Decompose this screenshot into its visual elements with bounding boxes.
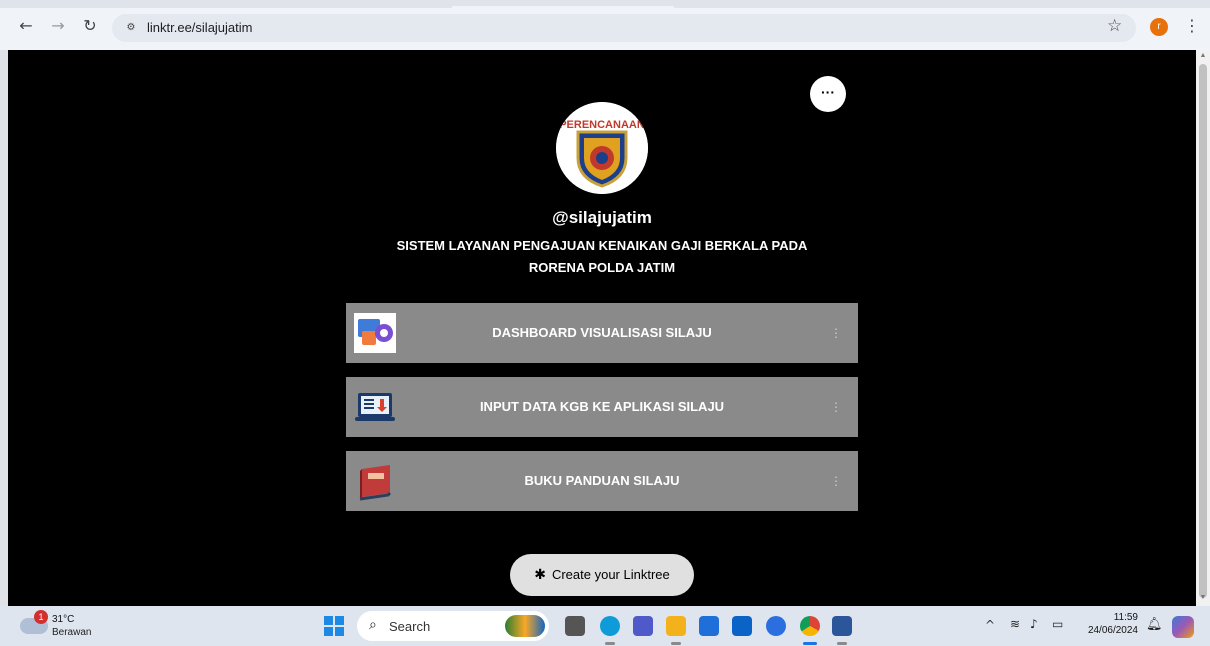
link-card-input-data[interactable]: INPUT DATA KGB KE APLIKASI SILAJU ⋮: [346, 377, 858, 437]
create-linktree-button[interactable]: ✱ Create your Linktree: [510, 554, 694, 596]
copilot-icon[interactable]: [1172, 616, 1194, 638]
browser-toolbar: ← → ↻ ⚙ linktr.ee/silajujatim ☆ r ⋮: [0, 0, 1210, 50]
windows-logo-tile: [335, 616, 344, 625]
windows-logo-tile: [324, 627, 333, 636]
profile-logo: PERENCANAAN: [556, 102, 648, 194]
link-label: DASHBOARD VISUALISASI SILAJU: [492, 325, 712, 340]
scroll-down-icon[interactable]: ▼: [1199, 594, 1207, 601]
search-highlight-icon: [505, 615, 545, 637]
mail-icon[interactable]: [732, 616, 752, 636]
windows-logo-icon: [324, 616, 333, 625]
notification-badge: 1: [34, 610, 48, 624]
link-more-icon[interactable]: ⋮: [830, 451, 842, 511]
profile-bio: SISTEM LAYANAN PENGAJUAN KENAIKAN GAJI B…: [396, 238, 808, 275]
tab-strip: [0, 0, 1210, 9]
book-icon: [354, 461, 396, 501]
running-indicator: [605, 642, 615, 645]
search-label: Search: [389, 619, 431, 634]
scroll-up-icon[interactable]: ▲: [1199, 52, 1207, 59]
arrow-left-icon: ←: [19, 16, 33, 35]
edge-browser-icon[interactable]: [600, 616, 620, 636]
logo-text: PERENCANAAN: [559, 119, 645, 131]
bookmark-star-icon[interactable]: ☆: [1107, 16, 1122, 36]
link-card-buku-panduan[interactable]: BUKU PANDUAN SILAJU ⋮: [346, 451, 858, 511]
active-tab[interactable]: [452, 6, 674, 9]
task-view-icon[interactable]: [565, 616, 585, 636]
back-button[interactable]: ←: [16, 16, 36, 36]
browser-menu-icon[interactable]: ⋮: [1184, 16, 1200, 35]
link-more-icon[interactable]: ⋮: [830, 303, 842, 363]
page-scrollbar[interactable]: ▲ ▼: [1196, 50, 1210, 606]
start-button[interactable]: [324, 616, 344, 636]
create-linktree-label: Create your Linktree: [551, 567, 670, 582]
link-label: BUKU PANDUAN SILAJU: [524, 473, 680, 488]
active-app-indicator: [803, 642, 817, 645]
taskbar-search[interactable]: ⌕ Search: [357, 611, 549, 641]
site-info-icon[interactable]: ⚙: [124, 21, 138, 35]
reload-icon: ↻: [83, 16, 97, 35]
microsoft-store-icon[interactable]: [699, 616, 719, 636]
profile-avatar[interactable]: r: [1150, 18, 1168, 36]
police-emblem-icon: PERENCANAAN: [556, 102, 648, 194]
word-icon[interactable]: [832, 616, 852, 636]
tray-chevron-up-icon[interactable]: ^: [985, 618, 995, 632]
profile-username: @silajujatim: [552, 208, 652, 227]
windows-taskbar: 1 31°C Berawan ⌕ Search ^ ≋ ♪ ▭ 11:59 24…: [0, 606, 1210, 646]
share-more-button[interactable]: ···: [810, 76, 846, 112]
wifi-icon[interactable]: ≋: [1010, 617, 1020, 631]
reload-button[interactable]: ↻: [80, 16, 100, 36]
volume-icon[interactable]: ♪: [1030, 617, 1038, 631]
weather-widget[interactable]: 1 31°C Berawan: [20, 610, 130, 642]
laptop-document-icon: [354, 387, 396, 427]
battery-icon[interactable]: ▭: [1052, 617, 1063, 631]
url-text[interactable]: linktr.ee/silajujatim: [147, 20, 253, 35]
dashboard-gear-icon: [354, 313, 396, 353]
forward-button[interactable]: →: [48, 16, 68, 36]
link-label: INPUT DATA KGB KE APLIKASI SILAJU: [479, 399, 725, 414]
address-bar[interactable]: ⚙ linktr.ee/silajujatim: [112, 14, 1136, 42]
safari-compass-icon[interactable]: [766, 616, 786, 636]
weather-description: Berawan: [52, 627, 92, 638]
arrow-right-icon: →: [51, 16, 65, 35]
clock-time[interactable]: 11:59: [1096, 612, 1138, 623]
notification-bell-icon[interactable]: 🔔︎: [1146, 617, 1163, 632]
scroll-thumb[interactable]: [1199, 64, 1207, 598]
running-indicator: [837, 642, 847, 645]
chrome-icon[interactable]: [800, 616, 820, 636]
weather-temperature: 31°C: [52, 614, 75, 625]
running-indicator: [671, 642, 681, 645]
search-icon: ⌕: [369, 617, 377, 633]
windows-logo-tile: [335, 627, 344, 636]
linktree-page: ··· PERENCANAAN @silajujatim SISTEM LAYA…: [8, 50, 1196, 606]
link-card-dashboard[interactable]: DASHBOARD VISUALISASI SILAJU ⋮: [346, 303, 858, 363]
linktree-logo-icon: ✱: [534, 567, 546, 583]
file-explorer-icon[interactable]: [666, 616, 686, 636]
teams-icon[interactable]: [633, 616, 653, 636]
link-more-icon[interactable]: ⋮: [830, 377, 842, 437]
clock-date[interactable]: 24/06/2024: [1082, 625, 1138, 636]
